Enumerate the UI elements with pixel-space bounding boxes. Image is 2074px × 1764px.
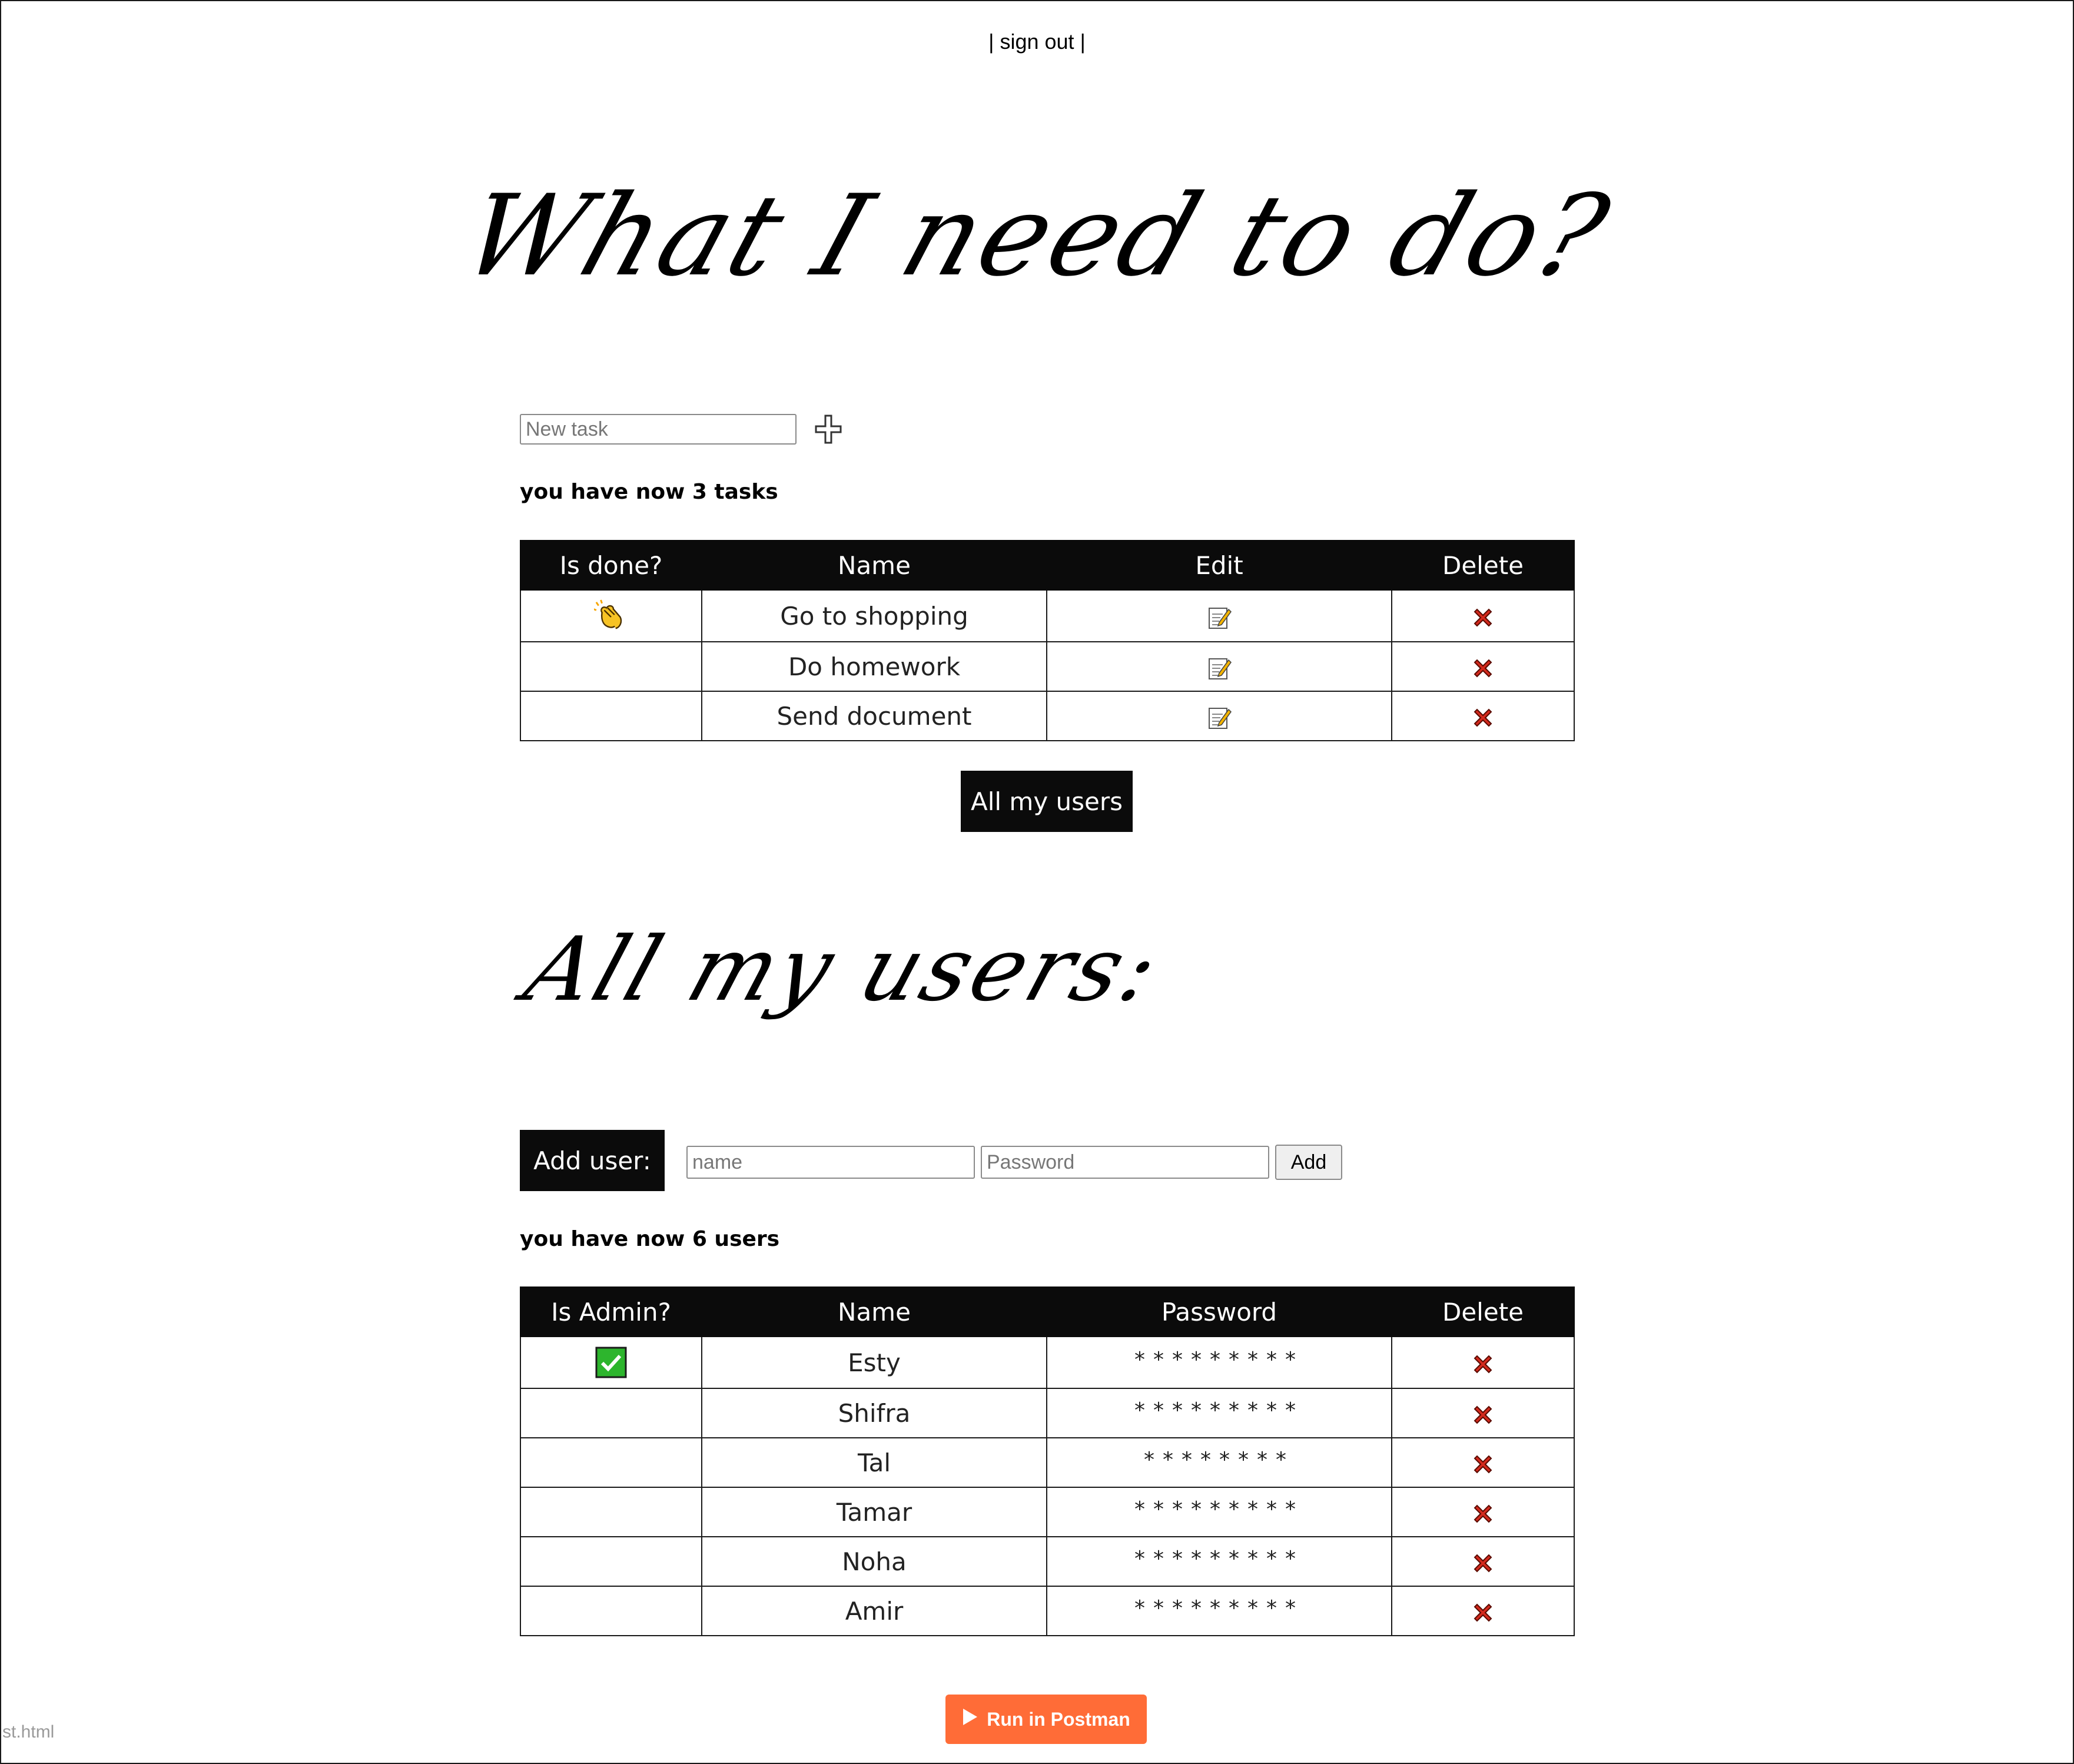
column-header-is-done: Is done? bbox=[520, 540, 702, 591]
add-user-label: Add user: bbox=[520, 1130, 665, 1191]
users-title: All my users: bbox=[513, 919, 1174, 1021]
user-password: ********* bbox=[1046, 1586, 1392, 1636]
task-row: Do homework bbox=[520, 641, 1575, 692]
user-name: Esty bbox=[701, 1336, 1047, 1389]
tasks-table-header: Is done? Name Edit Delete bbox=[520, 540, 1575, 591]
user-delete-cell bbox=[1391, 1437, 1575, 1488]
user-name-input[interactable] bbox=[686, 1146, 975, 1179]
user-name: Noha bbox=[701, 1536, 1047, 1587]
user-row: Tal ******** bbox=[520, 1437, 1575, 1488]
column-header-is-admin: Is Admin? bbox=[520, 1286, 702, 1337]
play-icon bbox=[962, 1707, 978, 1731]
memo-icon[interactable] bbox=[1206, 655, 1232, 681]
task-count-text: you have now 3 tasks bbox=[520, 480, 778, 504]
sign-out-link[interactable]: | sign out | bbox=[988, 29, 1086, 54]
cross-mark-icon[interactable] bbox=[1471, 706, 1495, 730]
user-row: Esty ********* bbox=[520, 1336, 1575, 1389]
column-header-name: Name bbox=[701, 540, 1047, 591]
task-delete-cell bbox=[1391, 641, 1575, 692]
new-task-input[interactable] bbox=[520, 414, 797, 445]
task-delete-cell bbox=[1391, 691, 1575, 741]
column-header-password: Password bbox=[1046, 1286, 1392, 1337]
column-header-name: Name bbox=[701, 1286, 1047, 1337]
password-mask: ********* bbox=[1134, 1497, 1304, 1521]
sign-out-bar: | sign out | bbox=[0, 29, 2074, 54]
run-in-postman-button[interactable]: Run in Postman bbox=[945, 1695, 1147, 1744]
task-done-cell[interactable] bbox=[520, 641, 702, 692]
clapping-hands-icon bbox=[594, 599, 628, 633]
cross-mark-icon[interactable] bbox=[1471, 1551, 1495, 1575]
tasks-title: What I need to do? bbox=[447, 171, 1627, 301]
cross-mark-icon[interactable] bbox=[1471, 1502, 1495, 1526]
run-in-postman-label: Run in Postman bbox=[987, 1708, 1130, 1730]
task-delete-cell bbox=[1391, 589, 1575, 642]
password-mask: ********* bbox=[1134, 1398, 1304, 1423]
check-mark-icon bbox=[595, 1346, 628, 1379]
user-delete-cell bbox=[1391, 1536, 1575, 1587]
user-name: Shifra bbox=[701, 1388, 1047, 1438]
cross-mark-icon[interactable] bbox=[1471, 1403, 1495, 1427]
user-admin-cell[interactable] bbox=[520, 1586, 702, 1636]
memo-icon[interactable] bbox=[1206, 705, 1232, 731]
task-name: Send document bbox=[701, 691, 1047, 741]
cross-mark-icon[interactable] bbox=[1471, 606, 1495, 629]
cross-mark-icon[interactable] bbox=[1471, 1352, 1495, 1376]
user-name: Tal bbox=[701, 1437, 1047, 1488]
user-admin-cell[interactable] bbox=[520, 1336, 702, 1389]
task-row: Send document bbox=[520, 691, 1575, 741]
user-password: ********* bbox=[1046, 1536, 1392, 1587]
task-edit-cell bbox=[1046, 641, 1392, 692]
task-done-cell[interactable] bbox=[520, 691, 702, 741]
user-admin-cell[interactable] bbox=[520, 1388, 702, 1438]
user-name: Amir bbox=[701, 1586, 1047, 1636]
user-delete-cell bbox=[1391, 1388, 1575, 1438]
tasks-table: Is done? Name Edit Delete Go to shopping bbox=[520, 540, 1575, 741]
user-password: ********* bbox=[1046, 1388, 1392, 1438]
cross-mark-icon[interactable] bbox=[1471, 1453, 1495, 1476]
add-user-button[interactable]: Add bbox=[1275, 1145, 1342, 1180]
plus-icon[interactable] bbox=[814, 412, 843, 446]
cross-mark-icon[interactable] bbox=[1471, 1601, 1495, 1624]
all-my-users-button[interactable]: All my users bbox=[961, 771, 1133, 832]
user-password: ******** bbox=[1046, 1437, 1392, 1488]
task-done-cell[interactable] bbox=[520, 589, 702, 642]
password-mask: ********* bbox=[1134, 1546, 1304, 1571]
column-header-delete: Delete bbox=[1391, 1286, 1575, 1337]
password-mask: ********* bbox=[1134, 1347, 1304, 1372]
user-delete-cell bbox=[1391, 1487, 1575, 1537]
user-row: Amir ********* bbox=[520, 1586, 1575, 1636]
memo-icon[interactable] bbox=[1206, 605, 1232, 631]
user-password: ********* bbox=[1046, 1336, 1392, 1389]
task-name: Do homework bbox=[701, 641, 1047, 692]
column-header-edit: Edit bbox=[1046, 540, 1392, 591]
user-delete-cell bbox=[1391, 1586, 1575, 1636]
password-mask: ********* bbox=[1134, 1596, 1304, 1620]
user-row: Tamar ********* bbox=[520, 1487, 1575, 1537]
users-table: Is Admin? Name Password Delete Esty ****… bbox=[520, 1286, 1575, 1636]
task-row: Go to shopping bbox=[520, 589, 1575, 642]
users-table-header: Is Admin? Name Password Delete bbox=[520, 1286, 1575, 1337]
user-admin-cell[interactable] bbox=[520, 1437, 702, 1488]
user-count-text: you have now 6 users bbox=[520, 1227, 780, 1251]
user-admin-cell[interactable] bbox=[520, 1536, 702, 1587]
cross-mark-icon[interactable] bbox=[1471, 656, 1495, 680]
user-password-input[interactable] bbox=[981, 1146, 1269, 1179]
user-delete-cell bbox=[1391, 1336, 1575, 1389]
task-edit-cell bbox=[1046, 691, 1392, 741]
user-password: ********* bbox=[1046, 1487, 1392, 1537]
task-edit-cell bbox=[1046, 589, 1392, 642]
user-row: Noha ********* bbox=[520, 1536, 1575, 1587]
password-mask: ******** bbox=[1144, 1447, 1295, 1472]
task-name: Go to shopping bbox=[701, 589, 1047, 642]
user-name: Tamar bbox=[701, 1487, 1047, 1537]
user-row: Shifra ********* bbox=[520, 1388, 1575, 1438]
stray-filename-text: st.html bbox=[2, 1722, 55, 1742]
column-header-delete: Delete bbox=[1391, 540, 1575, 591]
user-admin-cell[interactable] bbox=[520, 1487, 702, 1537]
